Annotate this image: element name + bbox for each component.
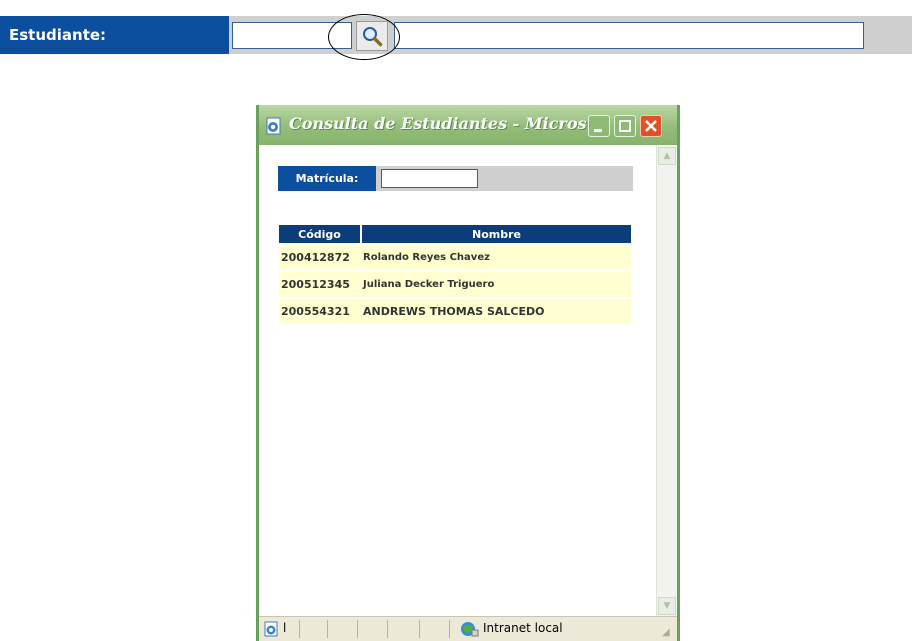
cell-name[interactable]: ANDREWS THOMAS SALCEDO [361,297,631,324]
window-titlebar[interactable]: Consulta de Estudiantes - Micros... [259,105,677,145]
ie-page-icon [264,621,278,637]
cell-name[interactable]: Juliana Decker Triguero [361,270,631,298]
cell-code[interactable]: 200554321 [279,297,361,324]
window-content: Matrícula: Código Nombre 200412872 Rolan… [259,145,677,617]
maximize-icon [619,120,631,132]
scroll-down-arrow-icon[interactable]: ▼ [658,597,676,615]
status-divider [387,620,388,638]
estudiante-label: Estudiante: [0,16,229,54]
estudiante-code-input[interactable] [232,22,352,49]
table-row[interactable]: 200412872 Rolando Reyes Chavez [279,243,631,271]
status-divider [449,620,450,638]
column-header-nombre: Nombre [361,225,631,244]
intranet-globe-icon [461,622,479,637]
minimize-button[interactable] [588,115,610,137]
magnifier-icon [363,27,383,47]
security-zone-label: Intranet local [483,621,563,635]
status-text: l [283,621,287,635]
resize-grip-icon[interactable]: ◢ [662,627,674,639]
matricula-input[interactable] [381,169,478,188]
cell-code[interactable]: 200512345 [279,270,361,298]
estudiante-name-input[interactable] [394,22,864,49]
status-divider [357,620,358,638]
cell-name[interactable]: Rolando Reyes Chavez [361,243,631,271]
close-button[interactable] [640,115,662,137]
minimize-icon [594,129,602,132]
close-icon [645,120,657,132]
matricula-label: Matrícula: [278,166,376,191]
status-divider [419,620,420,638]
status-divider [327,620,328,638]
cell-code[interactable]: 200412872 [279,243,361,271]
consulta-estudiantes-window: Consulta de Estudiantes - Micros... Matr… [256,105,680,641]
table-row[interactable]: 200512345 Juliana Decker Triguero [279,270,631,298]
table-row[interactable]: 200554321 ANDREWS THOMAS SALCEDO [279,297,631,324]
status-divider [299,620,300,638]
status-bar: l Intranet local ◢ [259,616,677,641]
ie-page-icon [266,117,281,135]
vertical-scrollbar[interactable]: ▲ ▼ [656,145,677,617]
maximize-button[interactable] [614,115,636,137]
search-button[interactable] [356,21,388,51]
students-table: Código Nombre 200412872 Rolando Reyes Ch… [279,225,631,324]
column-header-codigo: Código [279,225,362,244]
scroll-up-arrow-icon[interactable]: ▲ [658,147,676,165]
window-title: Consulta de Estudiantes - Micros... [289,114,604,133]
